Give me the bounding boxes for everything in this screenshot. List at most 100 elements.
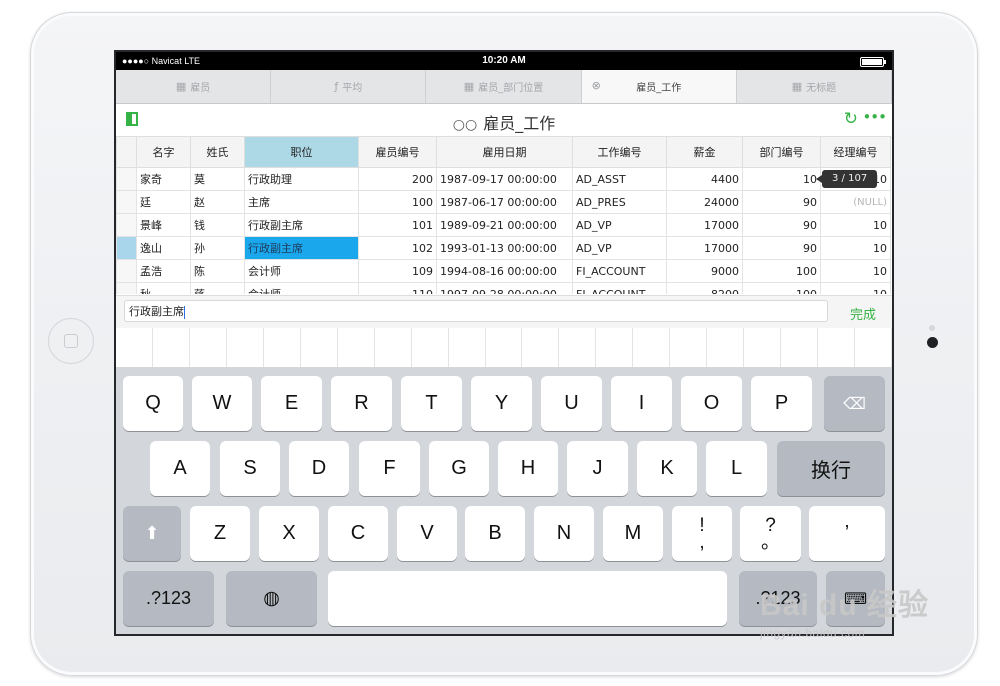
key-t[interactable]: T (401, 376, 462, 431)
key-j[interactable]: J (567, 441, 628, 496)
key-k[interactable]: K (637, 441, 697, 496)
more-icon[interactable]: ••• (862, 108, 887, 126)
key-b[interactable]: B (465, 506, 525, 561)
table-cell[interactable]: FI_ACCOUNT (572, 259, 667, 283)
table-cell[interactable]: 10 (742, 167, 821, 191)
table-cell[interactable]: 孟浩 (136, 259, 191, 283)
key-d[interactable]: D (289, 441, 349, 496)
table-cell[interactable]: 行政副主席 (244, 213, 359, 237)
table-row[interactable]: 孟浩 陈 会计师 109 1994-08-16 00:00:00 FI_ACCO… (116, 259, 891, 283)
table-cell[interactable]: 秋 (136, 282, 191, 294)
table-cell[interactable]: 4400 (666, 167, 743, 191)
table-cell[interactable]: (NULL) (820, 190, 891, 214)
table-row[interactable]: 景峰 钱 行政副主席 101 1989-09-21 00:00:00 AD_VP… (116, 213, 891, 237)
row-selector[interactable] (116, 259, 137, 283)
key-n[interactable]: N (534, 506, 594, 561)
globe-key[interactable]: ◍ (226, 571, 317, 626)
table-cell[interactable]: 莫 (190, 167, 245, 191)
table-cell[interactable]: 行政助理 (244, 167, 359, 191)
key-f[interactable]: F (359, 441, 420, 496)
table-cell[interactable]: 200 (358, 167, 437, 191)
key-q[interactable]: Q (123, 376, 183, 431)
table-cell[interactable]: 10 (820, 236, 891, 260)
table-cell[interactable]: 会计师 (244, 259, 359, 283)
table-cell[interactable]: AD_VP (572, 213, 667, 237)
table-cell[interactable]: 家奇 (136, 167, 191, 191)
row-selector[interactable] (116, 167, 137, 191)
column-header[interactable]: 职位 (244, 136, 359, 168)
table-cell[interactable]: 17000 (666, 213, 743, 237)
table-cell[interactable]: 101 (358, 213, 437, 237)
table-cell[interactable]: 90 (742, 236, 821, 260)
table-cell[interactable]: 1994-08-16 00:00:00 (436, 259, 573, 283)
table-cell[interactable]: 10 (820, 259, 891, 283)
space-key[interactable] (328, 571, 727, 626)
key-z[interactable]: Z (190, 506, 250, 561)
table-row-selected[interactable]: 逸山 孙 行政副主席 102 1993-01-13 00:00:00 AD_VP… (116, 236, 891, 260)
key-exclamation-comma[interactable]: !, (672, 506, 732, 561)
key-x[interactable]: X (259, 506, 319, 561)
table-cell[interactable]: 会计师 (244, 282, 359, 294)
table-cell[interactable]: 109 (358, 259, 437, 283)
refresh-icon[interactable]: ↻ (844, 109, 858, 129)
table-cell[interactable]: AD_PRES (572, 190, 667, 214)
column-header[interactable]: 雇用日期 (436, 136, 573, 168)
shift-key[interactable]: ⬆ (123, 506, 181, 561)
table-cell[interactable]: 逸山 (136, 236, 191, 260)
column-header[interactable]: 姓氏 (190, 136, 245, 168)
table-cell[interactable]: 100 (742, 259, 821, 283)
key-o[interactable]: O (681, 376, 742, 431)
column-header[interactable]: 经理编号 (820, 136, 891, 168)
key-i[interactable]: I (611, 376, 672, 431)
home-button[interactable] (48, 318, 94, 364)
return-key[interactable]: 换行 (777, 441, 885, 496)
close-icon[interactable]: ⊗ (592, 79, 601, 92)
table-cell[interactable]: 8200 (666, 282, 743, 294)
backspace-key[interactable]: ⌫ (824, 376, 885, 431)
key-w[interactable]: W (192, 376, 252, 431)
table-cell[interactable]: 17000 (666, 236, 743, 260)
numbers-key-left[interactable]: .?123 (123, 571, 214, 626)
column-header[interactable]: 工作编号 (572, 136, 667, 168)
column-header[interactable]: 薪金 (666, 136, 743, 168)
table-cell[interactable]: AD_VP (572, 236, 667, 260)
table-cell[interactable]: 景峰 (136, 213, 191, 237)
table-cell[interactable]: 廷 (136, 190, 191, 214)
table-cell[interactable]: 102 (358, 236, 437, 260)
tab-average[interactable]: ƒ 平均 (271, 70, 427, 103)
tab-employee-job[interactable]: ⊗ 雇员_工作 (581, 70, 737, 103)
table-row[interactable]: 家奇 莫 行政助理 200 1987-09-17 00:00:00 AD_ASS… (116, 167, 891, 191)
table-row[interactable]: 廷 赵 主席 100 1987-06-17 00:00:00 AD_PRES 2… (116, 190, 891, 214)
key-question-period[interactable]: ?。 (740, 506, 801, 561)
column-header[interactable]: 雇员编号 (358, 136, 437, 168)
key-p[interactable]: P (751, 376, 812, 431)
tab-employee-dept-location[interactable]: ▦ 雇员_部门位置 (426, 70, 582, 103)
table-cell[interactable]: 1993-01-13 00:00:00 (436, 236, 573, 260)
table-cell[interactable]: 钱 (190, 213, 245, 237)
table-cell[interactable]: 10 (820, 282, 891, 294)
table-cell[interactable]: FI_ACCOUNT (572, 282, 667, 294)
table-cell[interactable]: 110 (358, 282, 437, 294)
key-y[interactable]: Y (471, 376, 532, 431)
key-h[interactable]: H (498, 441, 558, 496)
done-button[interactable]: 完成 (850, 304, 876, 323)
table-cell[interactable]: 赵 (190, 190, 245, 214)
table-cell[interactable]: 10 (820, 213, 891, 237)
row-selector[interactable] (116, 213, 137, 237)
table-row[interactable]: 秋 蒋 会计师 110 1997-09-28 00:00:00 FI_ACCOU… (116, 282, 891, 294)
table-cell[interactable]: 1997-09-28 00:00:00 (436, 282, 573, 294)
key-g[interactable]: G (429, 441, 489, 496)
tab-employees[interactable]: ▦ 雇员 (116, 70, 272, 103)
table-cell[interactable]: 9000 (666, 259, 743, 283)
table-cell[interactable]: 24000 (666, 190, 743, 214)
table-cell[interactable]: 1987-06-17 00:00:00 (436, 190, 573, 214)
key-a[interactable]: A (150, 441, 210, 496)
column-header[interactable]: 名字 (136, 136, 191, 168)
table-cell[interactable]: 主席 (244, 190, 359, 214)
table-cell[interactable]: AD_ASST (572, 167, 667, 191)
key-u[interactable]: U (541, 376, 602, 431)
tab-untitled[interactable]: ▦ 无标题 (737, 70, 892, 103)
cell-value-input[interactable]: 行政副主席 (124, 300, 828, 322)
key-r[interactable]: R (331, 376, 392, 431)
table-cell[interactable]: 100 (358, 190, 437, 214)
